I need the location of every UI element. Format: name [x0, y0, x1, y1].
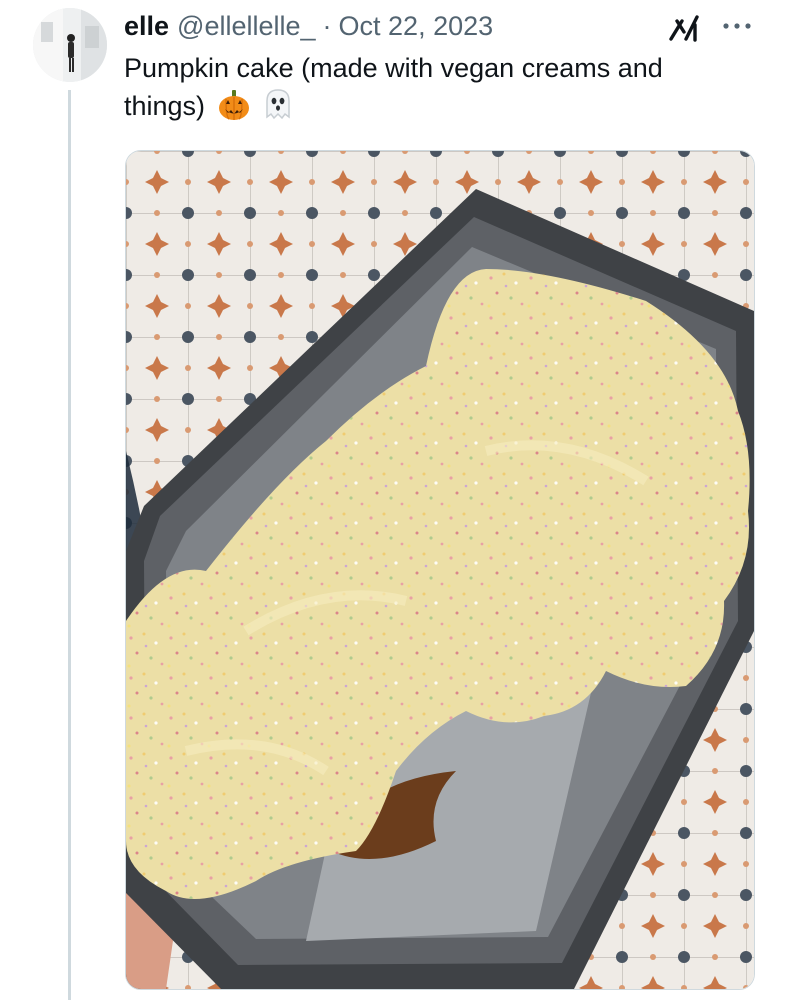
thread-line	[68, 90, 71, 1000]
tweet-date[interactable]: Oct 22, 2023	[339, 11, 494, 42]
jack-o-lantern-icon	[217, 89, 251, 131]
separator-dot: ·	[322, 10, 332, 41]
tweet-text: Pumpkin cake (made with vegan creams and…	[124, 50, 724, 131]
tweet-header: elle @ellellelle_ · Oct 22, 2023	[124, 8, 493, 44]
user-handle[interactable]: @ellellelle_	[177, 11, 315, 42]
tweet-photo[interactable]	[125, 150, 755, 990]
display-name[interactable]: elle	[124, 11, 169, 42]
avatar[interactable]	[33, 8, 107, 82]
grok-icon[interactable]	[668, 12, 702, 44]
ghost-icon	[262, 87, 294, 131]
tweet-text-body: Pumpkin cake (made with vegan creams and…	[124, 53, 663, 121]
more-options-icon[interactable]	[718, 14, 756, 38]
